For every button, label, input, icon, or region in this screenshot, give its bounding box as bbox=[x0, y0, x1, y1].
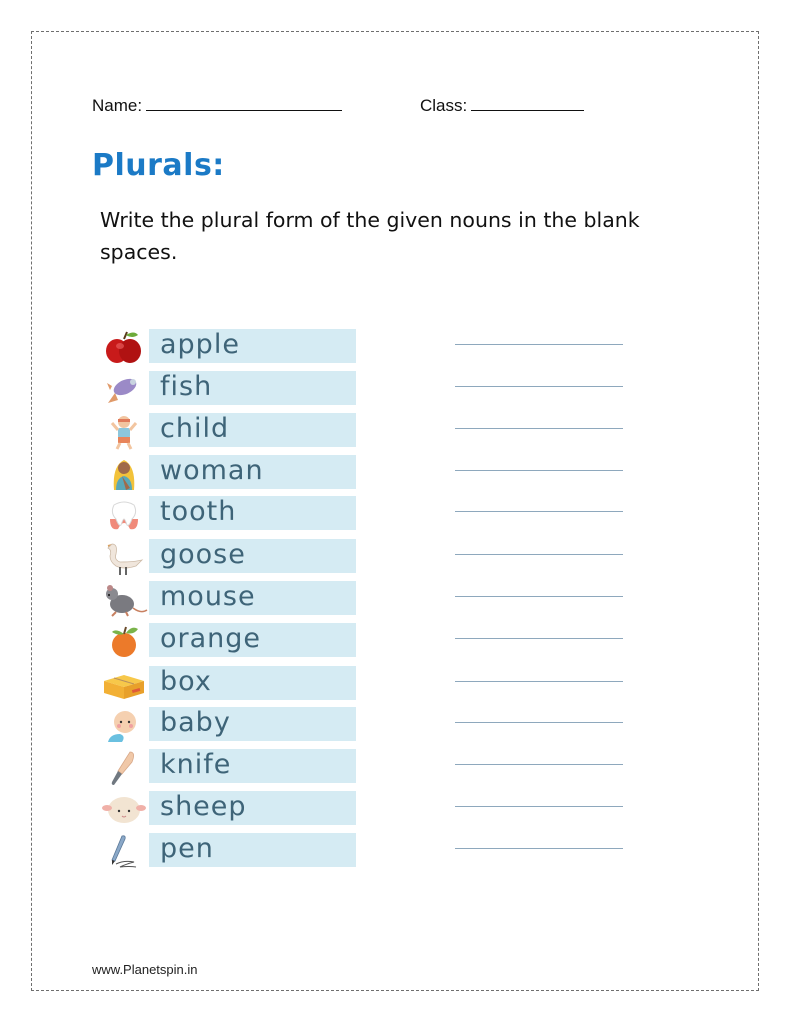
word-row: apple bbox=[98, 329, 638, 365]
pen-icon bbox=[100, 834, 148, 870]
answer-blank-line[interactable] bbox=[455, 470, 623, 471]
word-row: fish bbox=[98, 371, 638, 407]
child-icon bbox=[100, 414, 148, 450]
answer-blank-line[interactable] bbox=[455, 638, 623, 639]
word-label-box: mouse bbox=[149, 581, 356, 615]
answer-blank-line[interactable] bbox=[455, 722, 623, 723]
word-label: pen bbox=[160, 833, 214, 864]
word-label: fish bbox=[160, 371, 213, 402]
word-row: knife bbox=[98, 749, 638, 785]
word-row: child bbox=[98, 413, 638, 450]
worksheet-title: Plurals: bbox=[92, 148, 225, 183]
knife-icon bbox=[100, 750, 148, 786]
word-row: sheep bbox=[98, 791, 638, 827]
name-label: Name: bbox=[92, 96, 143, 115]
orange-icon bbox=[100, 624, 148, 660]
word-label-box: baby bbox=[149, 707, 356, 741]
word-label-box: apple bbox=[149, 329, 356, 363]
word-label: box bbox=[160, 666, 212, 697]
word-label-box: box bbox=[149, 666, 356, 700]
word-row: mouse bbox=[98, 581, 638, 617]
word-label: mouse bbox=[160, 581, 256, 612]
answer-blank-line[interactable] bbox=[455, 806, 623, 807]
sheep-icon bbox=[100, 792, 148, 828]
answer-blank-line[interactable] bbox=[455, 428, 623, 429]
name-blank[interactable] bbox=[146, 94, 343, 111]
word-label-box: fish bbox=[149, 371, 356, 405]
apple-icon bbox=[100, 330, 148, 366]
mouse-icon bbox=[100, 582, 148, 618]
answer-blank-line[interactable] bbox=[455, 344, 623, 345]
word-row: woman bbox=[98, 455, 638, 491]
baby-icon bbox=[100, 708, 148, 744]
footer-url: www.Planetspin.in bbox=[92, 962, 198, 977]
answer-blank-line[interactable] bbox=[455, 386, 623, 387]
word-label-box: orange bbox=[149, 623, 356, 657]
class-label: Class: bbox=[420, 96, 468, 115]
word-label: baby bbox=[160, 707, 231, 738]
word-label: orange bbox=[160, 623, 262, 654]
word-row: baby bbox=[98, 707, 638, 743]
word-row: tooth bbox=[98, 496, 638, 532]
word-label: sheep bbox=[160, 791, 247, 822]
answer-blank-line[interactable] bbox=[455, 681, 623, 682]
fish-icon bbox=[100, 372, 148, 408]
word-label-box: goose bbox=[149, 539, 356, 573]
word-row: pen bbox=[98, 833, 638, 869]
word-label-box: sheep bbox=[149, 791, 356, 825]
tooth-icon bbox=[100, 497, 148, 533]
answer-blank-line[interactable] bbox=[455, 596, 623, 597]
answer-blank-line[interactable] bbox=[455, 764, 623, 765]
word-label: tooth bbox=[160, 496, 237, 527]
name-field: Name: bbox=[92, 94, 343, 116]
instructions: Write the plural form of the given nouns… bbox=[100, 208, 640, 264]
word-label-box: child bbox=[149, 413, 356, 447]
class-field: Class: bbox=[420, 94, 585, 116]
woman-icon bbox=[100, 456, 148, 492]
word-label: goose bbox=[160, 539, 246, 570]
word-label: child bbox=[160, 413, 230, 444]
word-label-box: woman bbox=[149, 455, 356, 489]
word-label-box: knife bbox=[149, 749, 356, 783]
word-row: goose bbox=[98, 539, 638, 575]
answer-blank-line[interactable] bbox=[455, 511, 623, 512]
word-label-box: pen bbox=[149, 833, 356, 867]
word-label-box: tooth bbox=[149, 496, 356, 530]
word-row: box bbox=[98, 666, 638, 702]
class-blank[interactable] bbox=[471, 94, 585, 111]
word-label: apple bbox=[160, 329, 240, 360]
word-label: woman bbox=[160, 455, 264, 486]
word-row: orange bbox=[98, 623, 638, 659]
answer-blank-line[interactable] bbox=[455, 848, 623, 849]
word-label: knife bbox=[160, 749, 232, 780]
answer-blank-line[interactable] bbox=[455, 554, 623, 555]
goose-icon bbox=[100, 540, 148, 576]
box-icon bbox=[100, 667, 148, 703]
